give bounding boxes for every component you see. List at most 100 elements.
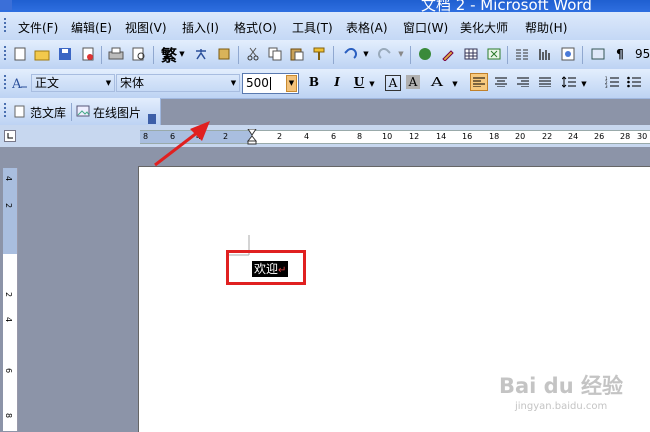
traditional-chinese-button[interactable]: 繁 (160, 46, 178, 65)
character-border-button[interactable]: A (385, 75, 401, 91)
drawing-icon[interactable] (537, 46, 553, 62)
chevron-down-icon[interactable]: ▼ (286, 75, 297, 92)
ruler-label: 4 (4, 175, 14, 182)
menu-insert[interactable]: 插入(I) (182, 19, 219, 36)
new-document-icon[interactable] (12, 46, 28, 62)
align-right-button[interactable] (514, 73, 532, 91)
ruler-label: 10 (382, 132, 393, 141)
tables-borders-icon[interactable] (440, 46, 456, 62)
paste-icon[interactable] (289, 46, 305, 62)
ruler-label: 12 (409, 132, 420, 141)
watermark-url: jingyan.baidu.com (515, 401, 608, 412)
menu-help[interactable]: 帮助(H) (525, 19, 567, 36)
svg-text:3: 3 (605, 84, 608, 88)
underline-chevron-down-icon[interactable]: ▼ (368, 76, 376, 92)
ruler-label: 6 (4, 367, 14, 374)
separator (333, 46, 334, 64)
line-spacing-chevron-down-icon[interactable]: ▼ (580, 76, 588, 92)
save-icon[interactable] (57, 46, 73, 62)
paragraph-mark-icon[interactable]: ¶ (612, 46, 628, 62)
italic-button[interactable]: I (328, 73, 346, 91)
character-shading-button[interactable]: A (406, 75, 420, 89)
open-folder-icon[interactable] (34, 46, 50, 62)
menu-file[interactable]: 文件(F) (18, 19, 58, 36)
menu-table[interactable]: 表格(A) (346, 19, 388, 36)
ruler-label: 18 (489, 132, 500, 141)
font-dropdown[interactable]: 宋体 ▼ (116, 74, 240, 92)
tab-stop-selector[interactable] (4, 130, 16, 142)
numbering-button[interactable]: 123 (603, 73, 621, 91)
redo-icon[interactable] (377, 46, 393, 62)
font-value: 宋体 (120, 76, 145, 90)
ruler-label: 2 (4, 291, 14, 298)
columns-icon[interactable] (514, 46, 530, 62)
chevron-down-icon[interactable]: ▼ (228, 75, 239, 91)
ruler-label: 8 (4, 412, 14, 419)
style-dropdown[interactable]: 正文 ▼ (31, 74, 115, 92)
menu-beautify[interactable]: 美化大师 (460, 19, 508, 36)
vertical-ruler[interactable]: 4 2 2 4 6 8 (3, 168, 18, 431)
ruler-label: 28 (620, 132, 631, 141)
scaling-chevron-down-icon[interactable]: ▼ (451, 76, 459, 92)
toolbar-grip[interactable] (4, 75, 6, 91)
title-bar: 文档 2 - Microsoft Word (0, 0, 650, 12)
document-icon (12, 103, 26, 119)
insert-table-icon[interactable] (463, 46, 479, 62)
separator (238, 46, 239, 64)
menu-tools[interactable]: 工具(T) (292, 19, 333, 36)
extra-toolbar: 范文库 在线图片 (0, 98, 161, 126)
ruler-label: 16 (462, 132, 473, 141)
svg-text:A: A (12, 77, 22, 90)
online-images-link[interactable]: 在线图片 (93, 104, 141, 121)
format-painter-icon[interactable] (311, 46, 327, 62)
menu-window[interactable]: 窗口(W) (403, 19, 448, 36)
insert-excel-icon[interactable] (486, 46, 502, 62)
toolbar-grip[interactable] (4, 103, 6, 119)
chevron-down-icon[interactable]: ▼ (178, 46, 186, 62)
template-library-link[interactable]: 范文库 (30, 104, 66, 121)
ruler-label: 8 (357, 132, 363, 141)
ruler-label: 6 (331, 132, 337, 141)
annotation-arrow (154, 121, 210, 167)
show-hide-icon[interactable] (590, 46, 606, 62)
justify-button[interactable] (536, 73, 554, 91)
standard-toolbar: 繁 ▼ ▼ ▼ ¶ 95 (0, 40, 650, 70)
print-preview-icon[interactable] (131, 46, 147, 62)
print-icon[interactable] (108, 46, 124, 62)
permission-icon[interactable] (80, 46, 96, 62)
ruler-label: 4 (4, 316, 14, 323)
document-map-icon[interactable] (560, 46, 576, 62)
bullets-button[interactable] (625, 73, 643, 91)
menu-format[interactable]: 格式(O) (234, 19, 277, 36)
separator (410, 46, 411, 64)
align-left-button[interactable] (470, 73, 488, 91)
menu-grip[interactable] (4, 18, 6, 34)
undo-icon[interactable] (342, 46, 358, 62)
chevron-down-icon[interactable]: ▼ (103, 75, 114, 91)
ruler-label: 20 (515, 132, 526, 141)
ruler-label: 30 (637, 132, 648, 141)
document-page[interactable]: 欢迎↵ Bai du 经验 jingyan.baidu.com (138, 166, 650, 432)
redo-dropdown-chevron-icon[interactable]: ▼ (397, 46, 405, 62)
styles-pane-icon[interactable]: A (12, 75, 28, 91)
separator (507, 46, 508, 64)
research-icon[interactable] (216, 46, 232, 62)
toolbar-grip[interactable] (4, 46, 6, 62)
translate-icon[interactable] (193, 46, 209, 62)
hyperlink-icon[interactable] (417, 46, 433, 62)
bold-button[interactable]: B (305, 73, 323, 91)
word-app-icon[interactable] (0, 0, 12, 10)
font-size-value: 500 (246, 76, 269, 90)
underline-button[interactable]: U (350, 73, 368, 91)
menu-view[interactable]: 视图(V) (125, 19, 167, 36)
font-size-field[interactable]: 500 ▼ (242, 73, 299, 94)
zoom-field[interactable]: 95 (633, 46, 650, 64)
copy-icon[interactable] (267, 46, 283, 62)
line-spacing-button[interactable] (560, 73, 578, 91)
undo-dropdown-chevron-icon[interactable]: ▼ (362, 46, 370, 62)
menu-edit[interactable]: 编辑(E) (71, 19, 112, 36)
character-scaling-button[interactable]: A (424, 73, 449, 91)
align-center-button[interactable] (492, 73, 510, 91)
indent-marker-icon[interactable] (246, 128, 258, 145)
cut-icon[interactable] (245, 46, 261, 62)
